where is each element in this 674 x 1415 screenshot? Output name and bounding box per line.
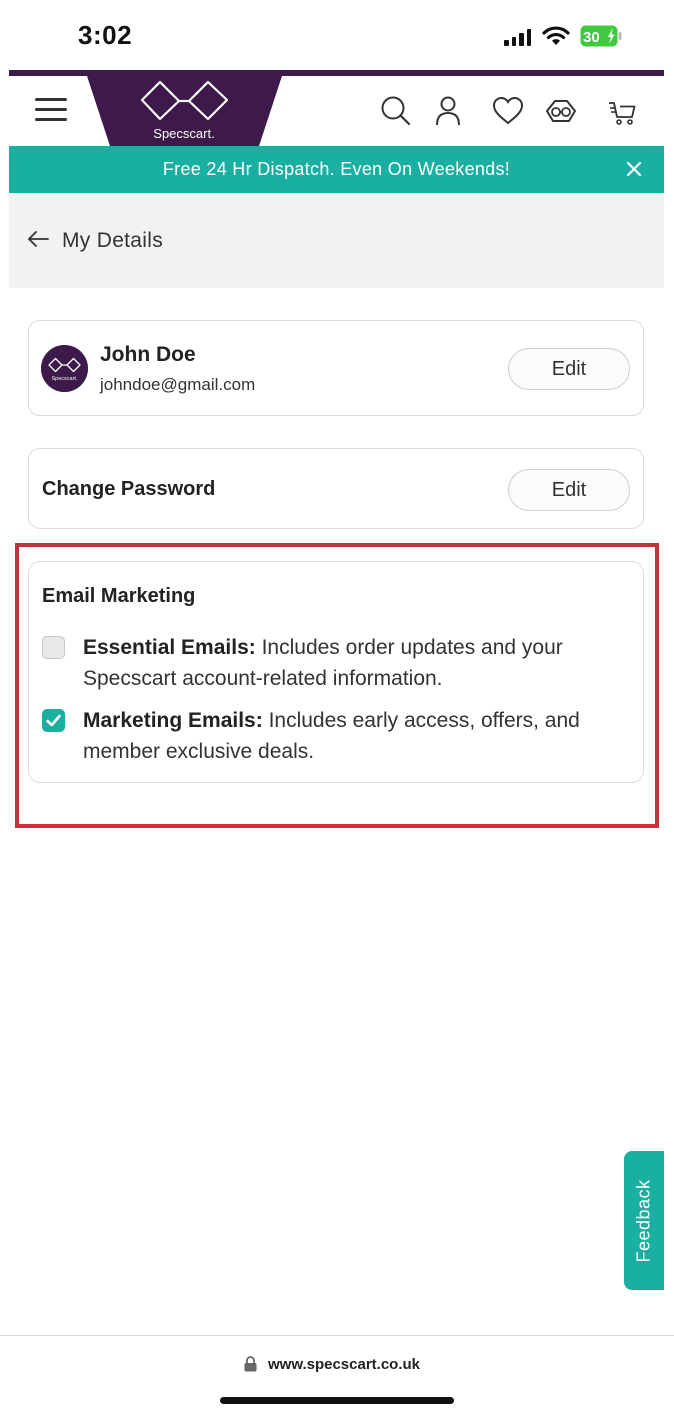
- search-icon[interactable]: [379, 94, 413, 128]
- essential-emails-text: Essential Emails: Includes order updates…: [83, 632, 623, 694]
- wifi-icon: [542, 26, 570, 45]
- battery-icon: 30: [580, 25, 622, 47]
- user-email: johndoe@gmail.com: [100, 375, 256, 394]
- promo-banner: Free 24 Hr Dispatch. Even On Weekends!: [9, 146, 664, 193]
- breadcrumb: My Details: [9, 193, 664, 288]
- battery-level: 30: [583, 29, 600, 46]
- heart-icon[interactable]: [491, 94, 525, 128]
- url-text[interactable]: www.specscart.co.uk: [268, 1356, 420, 1373]
- marketing-emails-text: Marketing Emails: Includes early access,…: [83, 705, 623, 767]
- marketing-emails-label: Marketing Emails:: [83, 709, 263, 732]
- site-header: Specscart.: [9, 76, 664, 146]
- email-marketing-card: Email Marketing Essential Emails: Includ…: [28, 561, 644, 783]
- user-name: John Doe: [100, 343, 196, 366]
- feedback-label: Feedback: [633, 1178, 654, 1263]
- page-title: My Details: [62, 229, 164, 252]
- status-bar: 3:02 30: [0, 0, 674, 70]
- cart-icon[interactable]: [605, 94, 639, 128]
- lock-icon: [244, 1356, 257, 1372]
- home-indicator[interactable]: [220, 1397, 454, 1404]
- avatar-text: Specscart.: [52, 376, 78, 382]
- edit-profile-button[interactable]: Edit: [508, 348, 630, 390]
- cellular-signal-icon: [504, 28, 531, 46]
- essential-emails-checkbox[interactable]: [42, 636, 65, 659]
- change-password-card: Change Password Edit: [28, 448, 644, 529]
- menu-icon[interactable]: [35, 98, 67, 124]
- eyeglasses-icon[interactable]: [544, 94, 578, 128]
- marketing-emails-checkbox[interactable]: [42, 709, 65, 732]
- edit-password-button[interactable]: Edit: [508, 469, 630, 511]
- browser-url-bar[interactable]: www.specscart.co.uk: [0, 1335, 674, 1415]
- feedback-tab[interactable]: Feedback: [624, 1151, 664, 1290]
- status-time: 3:02: [78, 20, 133, 50]
- avatar: Specscart.: [41, 345, 88, 392]
- logo-text: Specscart.: [153, 126, 214, 141]
- email-marketing-title: Email Marketing: [42, 585, 196, 607]
- profile-card: Specscart. John Doe johndoe@gmail.com Ed…: [28, 320, 644, 416]
- change-password-title: Change Password: [42, 478, 216, 500]
- checkmark-icon: [46, 714, 61, 727]
- essential-emails-label: Essential Emails:: [83, 636, 256, 659]
- close-icon[interactable]: [626, 161, 642, 177]
- promo-banner-text: Free 24 Hr Dispatch. Even On Weekends!: [162, 159, 511, 179]
- user-icon[interactable]: [431, 94, 465, 128]
- back-arrow-icon[interactable]: [27, 230, 49, 248]
- specscart-logo[interactable]: Specscart.: [87, 76, 282, 146]
